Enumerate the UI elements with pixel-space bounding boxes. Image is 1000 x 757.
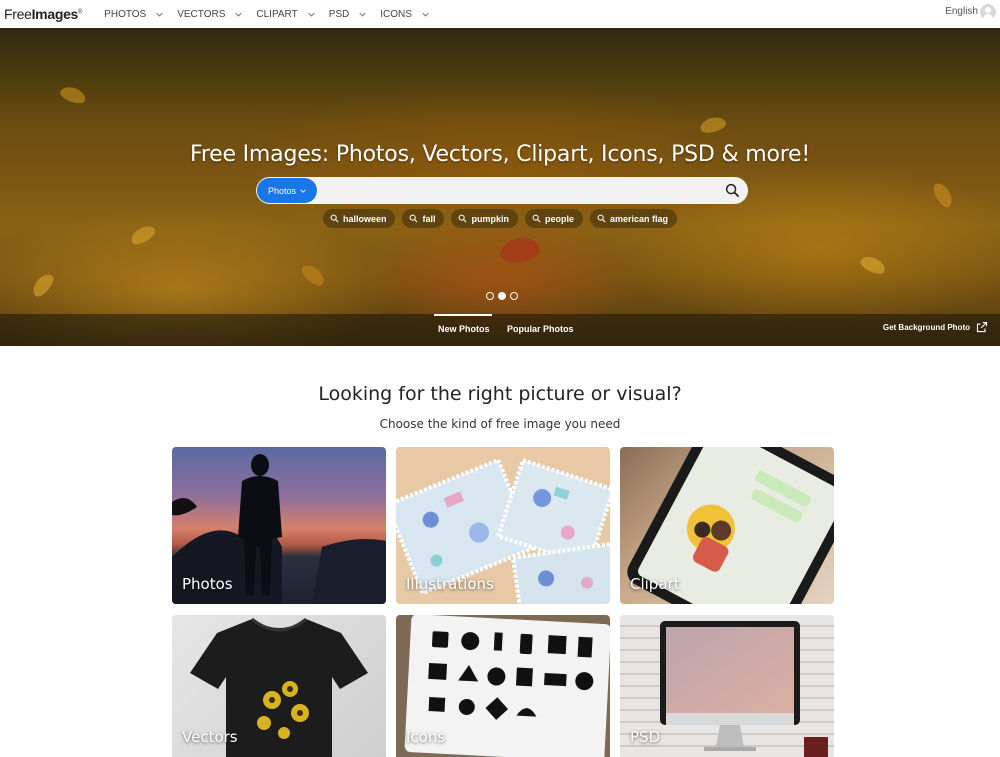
tag-halloween[interactable]: halloween [322,209,396,228]
carousel-dot-active[interactable] [498,292,506,300]
category-card-illustrations[interactable]: Illustrations [396,447,610,604]
nav-psd-label: PSD [328,8,350,20]
nav-vectors[interactable]: VECTORS [177,8,243,20]
search-icon [597,214,606,223]
user-icon[interactable] [980,4,996,20]
search-type-label: Photos [267,185,297,196]
search-icon [410,214,419,223]
get-background-photo-label: Get Background Photo [882,322,970,332]
carousel-dots [486,292,518,300]
category-label: Clipart [630,575,680,593]
category-card-psd[interactable]: PSD [620,615,834,757]
chevron-down-icon [156,12,163,17]
nav-psd[interactable]: PSD [329,9,367,20]
chevron-down-icon [359,12,366,17]
nav-clipart[interactable]: CLIPART [256,8,315,20]
chevron-down-icon [422,12,429,17]
category-label: PSD [630,728,661,746]
search-input[interactable] [322,180,712,201]
search-icon [459,214,468,223]
leaf-decoration [58,83,88,107]
carousel-dot[interactable] [486,292,494,300]
tag-american-flag[interactable]: american flag [590,209,678,228]
leaf-decoration [930,180,956,210]
leaf-decoration [29,270,57,300]
nav-photos[interactable]: PHOTOS [104,9,163,20]
tag-label: halloween [342,213,387,224]
section-subtitle: Choose the kind of free image you need [379,417,621,431]
search-icon [330,214,339,223]
nav-photos-label: PHOTOS [104,8,147,20]
section-title: Looking for the right picture or visual? [318,383,682,405]
site-logo[interactable]: FreeImages® [4,6,82,22]
tag-fall[interactable]: fall [402,209,445,228]
search-bar: Photos [256,177,748,204]
category-label: Icons [406,728,446,746]
get-background-photo-link[interactable]: Get Background Photo [883,321,988,333]
chevron-down-icon [300,188,306,193]
nav-clipart-label: CLIPART [256,8,298,20]
external-link-icon [976,321,988,333]
tab-popular-photos[interactable]: Popular Photos [507,324,574,334]
hero-title: Free Images: Photos, Vectors, Clipart, I… [189,142,811,167]
leaf-decoration [498,234,542,266]
search-icon[interactable] [725,183,740,198]
chevron-down-icon [235,12,243,17]
category-card-photos[interactable]: Photos [172,447,386,604]
hero-tabs: New Photos Popular Photos Get Background… [0,314,1000,346]
carousel-dot[interactable] [510,292,518,300]
category-card-icons[interactable]: Icons [396,615,610,757]
tag-label: people [544,213,574,224]
search-icon [532,214,541,223]
leaf-decoration [858,253,888,277]
search-type-dropdown[interactable]: Photos [257,178,317,203]
nav-icons-label: ICONS [380,8,412,20]
category-label: Photos [182,575,233,593]
top-navigation: FreeImages® PHOTOS VECTORS CLIPART PSD I… [0,0,1000,28]
hero-banner: Free Images: Photos, Vectors, Clipart, I… [0,28,1000,346]
tag-pumpkin[interactable]: pumpkin [451,209,518,228]
language-selector[interactable]: English [945,6,978,17]
tag-label: pumpkin [471,213,509,224]
category-card-vectors[interactable]: Vectors [172,615,386,757]
chevron-down-icon [308,12,315,17]
leaf-decoration [698,114,728,136]
main-nav: PHOTOS VECTORS CLIPART PSD ICONS [104,9,443,20]
tab-new-photos[interactable]: New Photos [434,314,492,334]
nav-vectors-label: VECTORS [177,8,226,20]
suggested-tags: halloween fall pumpkin people american f… [0,209,1000,228]
tag-label: american flag [610,213,669,224]
tag-label: fall [422,213,436,224]
leaf-decoration [298,261,328,289]
tag-people[interactable]: people [524,209,583,228]
category-label: Illustrations [406,575,494,593]
category-label: Vectors [182,728,238,746]
nav-icons[interactable]: ICONS [380,9,429,20]
category-card-clipart[interactable]: Clipart [620,447,834,604]
